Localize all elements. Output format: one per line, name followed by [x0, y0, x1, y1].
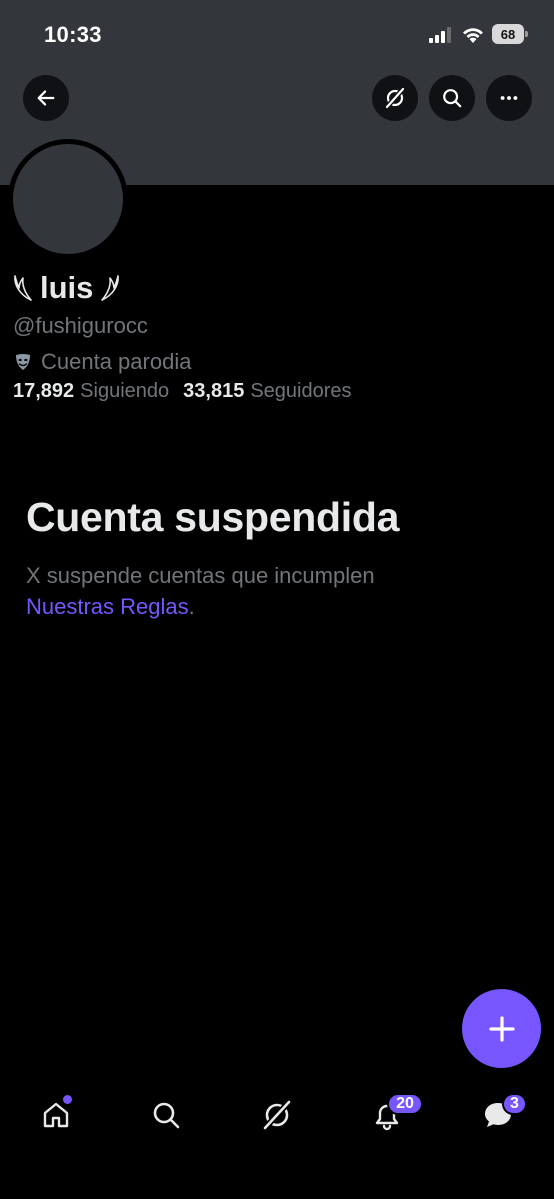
- following-label: Siguiendo: [80, 380, 170, 402]
- messages-badge: 3: [502, 1093, 527, 1115]
- bottom-nav: 20 3: [0, 1080, 554, 1150]
- followers-label: Seguidores: [250, 380, 352, 402]
- nav-search[interactable]: [136, 1080, 196, 1150]
- status-bar: 10:33 68: [0, 0, 554, 70]
- nav-grok[interactable]: [247, 1080, 307, 1150]
- avatar-placeholder: [13, 144, 123, 254]
- display-name: luis: [40, 270, 94, 305]
- compose-button[interactable]: [462, 989, 541, 1068]
- profile-name-row: luis: [12, 268, 121, 308]
- more-horizontal-icon: [500, 96, 518, 100]
- suspended-message: X suspende cuentas que incumplen Nuestra…: [26, 560, 506, 622]
- parody-label: Cuenta parodia: [41, 349, 192, 374]
- rules-link[interactable]: Nuestras Reglas: [26, 594, 189, 619]
- more-button[interactable]: [486, 75, 532, 121]
- followers-link[interactable]: 33,815 Seguidores: [183, 380, 351, 403]
- cellular-signal-icon: [429, 27, 451, 43]
- suspended-text: X suspende cuentas que incumplen: [26, 563, 375, 588]
- suspended-title: Cuenta suspendida: [26, 494, 400, 540]
- avatar[interactable]: [8, 139, 128, 259]
- follow-stats: 17,892 Siguiendo 33,815 Seguidores: [13, 380, 352, 403]
- search-icon: [443, 89, 462, 108]
- theater-mask-icon: [16, 354, 30, 370]
- status-time: 10:33: [44, 22, 102, 47]
- search-button[interactable]: [429, 75, 475, 121]
- nav-home[interactable]: [26, 1080, 86, 1150]
- search-icon: [153, 1102, 180, 1129]
- nav-messages[interactable]: 3: [468, 1080, 528, 1150]
- wing-left-icon: [14, 275, 32, 301]
- battery-indicator: 68: [492, 24, 528, 44]
- grok-icon: [385, 87, 405, 109]
- followers-count: 33,815: [183, 380, 245, 402]
- back-button[interactable]: [23, 75, 69, 121]
- grok-icon: [262, 1099, 292, 1131]
- grok-button[interactable]: [372, 75, 418, 121]
- notifications-badge: 20: [387, 1093, 423, 1115]
- following-link[interactable]: 17,892 Siguiendo: [13, 380, 169, 403]
- suspended-period: .: [188, 594, 195, 619]
- home-unread-dot: [63, 1095, 72, 1104]
- nav-notifications[interactable]: 20: [357, 1080, 423, 1150]
- plus-icon: [488, 1015, 515, 1042]
- battery-level: 68: [500, 26, 516, 42]
- arrow-left-icon: [37, 90, 55, 106]
- following-count: 17,892: [13, 380, 75, 402]
- parody-label-row: Cuenta parodia: [13, 349, 191, 375]
- profile-handle: @fushigurocc: [13, 313, 148, 338]
- wing-right-icon: [101, 275, 120, 301]
- wifi-icon: [463, 28, 483, 43]
